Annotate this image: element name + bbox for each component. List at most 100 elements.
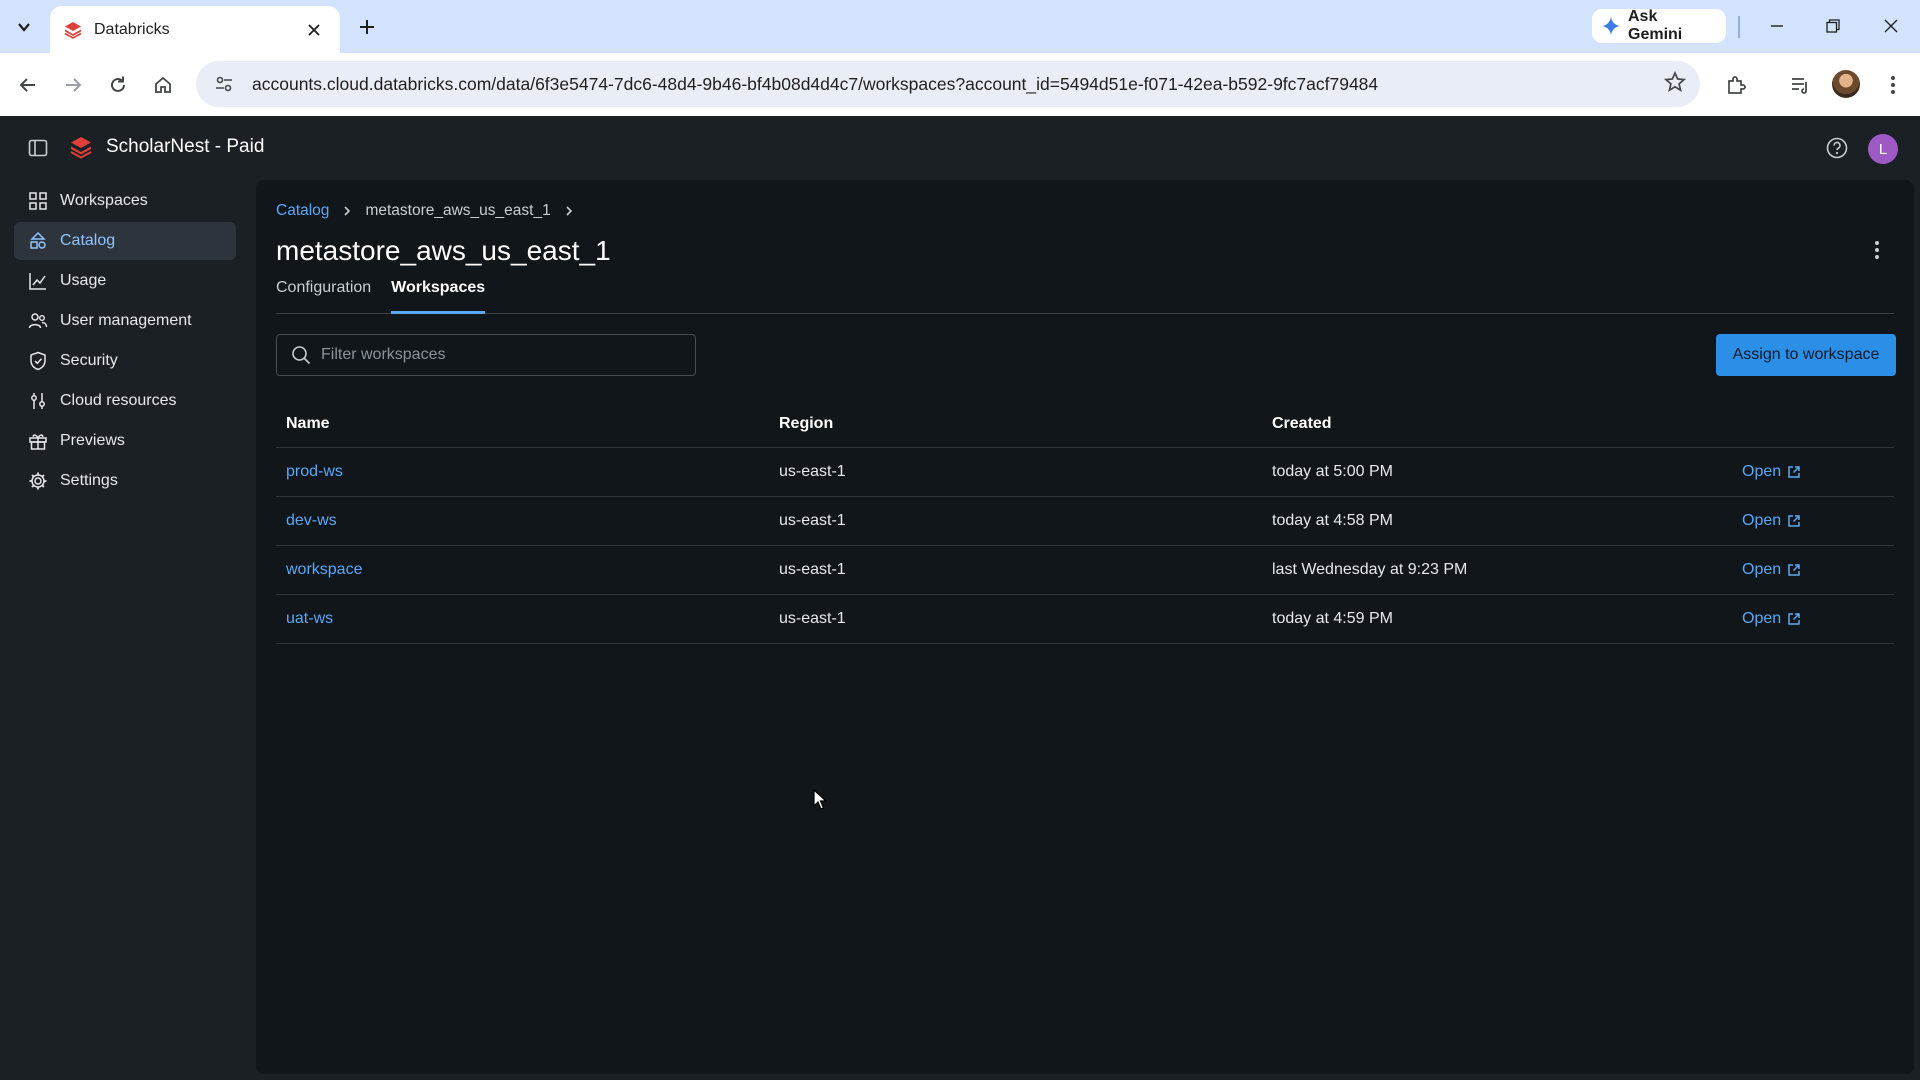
filter-workspaces-field[interactable] (276, 334, 696, 376)
help-icon[interactable] (1826, 137, 1848, 159)
sidebar-item-usage[interactable]: Usage (14, 262, 236, 300)
databricks-logo-icon (70, 136, 92, 160)
bookmark-star-icon[interactable] (1663, 70, 1687, 98)
external-link-icon (1788, 466, 1800, 478)
sidebar-item-label: Previews (60, 432, 125, 449)
tab-title: Databricks (94, 20, 170, 38)
forward-button[interactable] (55, 67, 91, 103)
databricks-favicon-icon (64, 21, 82, 39)
catalog-icon (30, 231, 46, 249)
page-title: metastore_aws_us_east_1 (276, 235, 611, 266)
sidebar-item-label: Settings (60, 472, 118, 489)
table-row: uat-ws us-east-1 today at 4:59 PM Open (276, 595, 1894, 644)
chevron-right-icon (566, 206, 572, 216)
main-panel: Catalog metastore_aws_us_east_1 metastor… (256, 180, 1914, 1074)
sidebar-item-label: Workspaces (60, 192, 148, 209)
back-button[interactable] (10, 67, 46, 103)
tab-search-button[interactable] (7, 10, 41, 44)
browser-toolbar: accounts.cloud.databricks.com/data/6f3e5… (0, 53, 1920, 116)
plus-icon (360, 20, 374, 34)
sidebar-item-settings[interactable]: Settings (14, 462, 236, 500)
close-tab-icon[interactable] (302, 18, 326, 42)
sidebar-item-workspaces[interactable]: Workspaces (14, 182, 236, 220)
workspace-name-link[interactable]: uat-ws (286, 610, 333, 627)
media-controls-button[interactable] (1782, 67, 1818, 103)
site-settings-icon[interactable] (214, 74, 234, 94)
page-tabs: Configuration Workspaces (276, 276, 1894, 314)
toolbar-divider (1738, 16, 1740, 38)
sliders-icon (31, 393, 45, 409)
address-bar[interactable]: accounts.cloud.databricks.com/data/6f3e5… (196, 61, 1700, 107)
home-button[interactable] (145, 67, 181, 103)
more-options-icon[interactable] (1874, 240, 1880, 265)
open-label: Open (1742, 610, 1782, 627)
table-row: workspace us-east-1 last Wednesday at 9:… (276, 546, 1894, 595)
workspace-name-link[interactable]: workspace (286, 561, 362, 578)
new-tab-button[interactable] (352, 12, 382, 42)
mouse-cursor-icon (813, 788, 828, 816)
gear-icon (29, 472, 47, 490)
reload-button[interactable] (100, 67, 136, 103)
sidebar-item-catalog[interactable]: Catalog (14, 222, 236, 260)
url-text[interactable]: accounts.cloud.databricks.com/data/6f3e5… (252, 74, 1378, 95)
open-workspace-link[interactable]: Open (1742, 561, 1894, 579)
open-workspace-link[interactable]: Open (1742, 463, 1894, 481)
chart-icon (29, 273, 46, 290)
workspace-region: us-east-1 (779, 463, 846, 480)
sidebar-item-security[interactable]: Security (14, 342, 236, 380)
extensions-button[interactable] (1718, 67, 1754, 103)
workspace-name-link[interactable]: prod-ws (286, 463, 343, 480)
column-header-region[interactable]: Region (769, 415, 1262, 433)
workspace-region: us-east-1 (779, 610, 846, 627)
sidebar-toggle-icon[interactable] (28, 138, 48, 158)
tab-workspaces[interactable]: Workspaces (391, 276, 486, 314)
chevron-down-icon (18, 23, 30, 32)
shield-icon (30, 351, 46, 371)
browser-tab[interactable]: Databricks (50, 6, 340, 53)
column-header-name[interactable]: Name (276, 415, 769, 433)
close-icon (1884, 19, 1898, 33)
workspaces-icon (29, 192, 47, 210)
sidebar-item-cloud-resources[interactable]: Cloud resources (14, 382, 236, 420)
external-link-icon (1788, 515, 1800, 527)
filter-workspaces-input[interactable] (321, 346, 681, 364)
ask-gemini-button[interactable]: Ask Gemini (1592, 8, 1726, 43)
column-header-created[interactable]: Created (1262, 415, 1742, 433)
assign-to-workspace-button[interactable]: Assign to workspace (1716, 334, 1896, 376)
breadcrumb-metastore[interactable]: metastore_aws_us_east_1 (365, 202, 550, 220)
arrow-right-icon (66, 78, 82, 92)
workspace-created: today at 4:58 PM (1272, 512, 1393, 529)
open-workspace-link[interactable]: Open (1742, 610, 1894, 628)
open-workspace-link[interactable]: Open (1742, 512, 1894, 530)
open-label: Open (1742, 463, 1782, 480)
minimize-button[interactable] (1754, 8, 1800, 44)
workspace-created: last Wednesday at 9:23 PM (1272, 561, 1468, 578)
table-row: prod-ws us-east-1 today at 5:00 PM Open (276, 448, 1894, 497)
sidebar-item-previews[interactable]: Previews (14, 422, 236, 460)
breadcrumb-catalog-link[interactable]: Catalog (276, 202, 329, 220)
app-header: ScholarNest - Paid L (0, 116, 1920, 180)
search-icon (292, 346, 311, 365)
minimize-icon (1771, 25, 1783, 27)
sidebar-item-label: Cloud resources (60, 392, 177, 409)
workspace-name-link[interactable]: dev-ws (286, 512, 337, 529)
workspace-created: today at 4:59 PM (1272, 610, 1393, 627)
close-window-button[interactable] (1868, 8, 1914, 44)
tab-configuration[interactable]: Configuration (276, 276, 371, 314)
workspaces-table: Name Region Created prod-ws us-east-1 to… (276, 400, 1894, 644)
open-label: Open (1742, 561, 1782, 578)
account-title: ScholarNest - Paid (106, 136, 265, 157)
breadcrumb: Catalog metastore_aws_us_east_1 (276, 202, 573, 220)
browser-menu-button[interactable] (1875, 67, 1911, 103)
restore-button[interactable] (1810, 8, 1856, 44)
restore-icon (1826, 19, 1840, 33)
sidebar-item-user-management[interactable]: User management (14, 302, 236, 340)
workspace-region: us-east-1 (779, 512, 846, 529)
external-link-icon (1788, 613, 1800, 625)
sidebar-item-label: Catalog (60, 232, 116, 249)
puzzle-icon (1728, 76, 1746, 94)
browser-profile-avatar[interactable] (1832, 70, 1860, 98)
open-label: Open (1742, 512, 1782, 529)
user-avatar[interactable]: L (1868, 134, 1898, 164)
gift-icon (29, 434, 47, 450)
